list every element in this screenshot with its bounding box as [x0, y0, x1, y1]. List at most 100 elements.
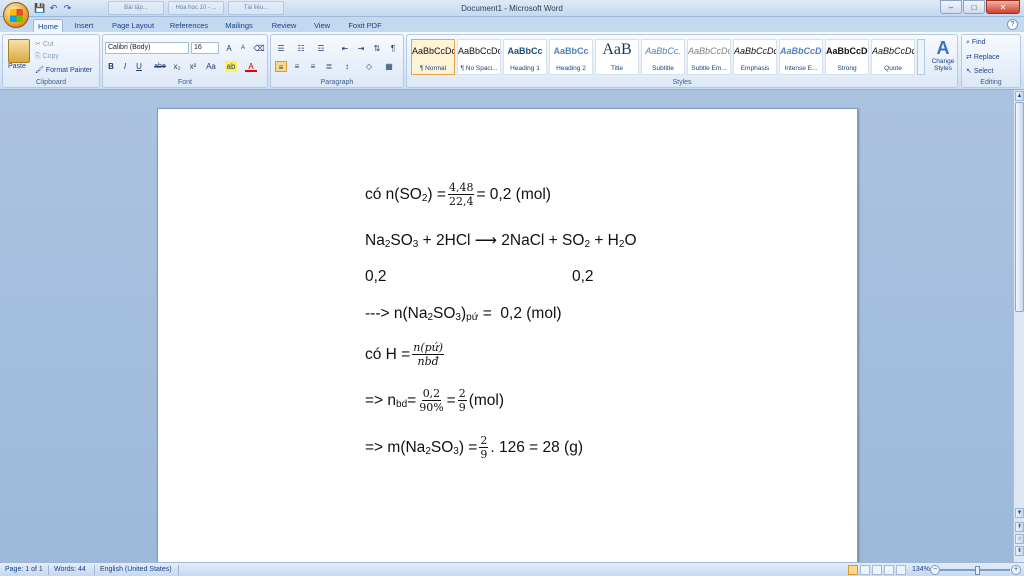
full-screen-view-icon[interactable]	[860, 565, 870, 575]
multilevel-list-icon[interactable]: ☲	[315, 43, 327, 54]
bold-button[interactable]: B	[105, 61, 117, 72]
document-page[interactable]: có n(SO 2) = 4,48 22,4 = 0,2 (mol) Na 2 SO 3 …	[157, 108, 858, 576]
font-name-select[interactable]: Calibri (Body)	[105, 42, 189, 54]
subscript-button[interactable]: x₂	[171, 61, 183, 72]
styles-scroll[interactable]	[917, 39, 925, 75]
borders-icon[interactable]: ▦	[383, 61, 395, 72]
print-layout-view-icon[interactable]	[848, 565, 858, 575]
zoom-slider-thumb[interactable]	[975, 566, 980, 575]
select-browse-object-button[interactable]: ○	[1015, 534, 1024, 544]
tab-review[interactable]: Review	[266, 19, 302, 32]
outline-view-icon[interactable]	[884, 565, 894, 575]
style-sample: AaBbCcDc	[412, 46, 454, 56]
align-left-icon[interactable]: ≡	[275, 61, 287, 72]
language[interactable]: English (United States)	[100, 563, 172, 576]
tab-references[interactable]: References	[166, 19, 212, 32]
style-quote[interactable]: AaBbCcDc Quote	[871, 39, 915, 75]
increase-indent-icon[interactable]: ⇥	[355, 43, 367, 54]
text-run: + H	[590, 231, 619, 249]
draft-view-icon[interactable]	[896, 565, 906, 575]
doc-line-4: ---> n(Na 2 SO 3) pứ = 0,2 (mol)	[365, 305, 562, 323]
help-icon[interactable]: ?	[1007, 19, 1018, 30]
pilcrow-icon[interactable]: ¶	[387, 43, 399, 54]
style-title[interactable]: AaB Title	[595, 39, 639, 75]
styles-group-label: Styles	[672, 79, 692, 86]
font-color-button[interactable]: A	[245, 61, 257, 72]
format-painter-button[interactable]: 🖌 Format Painter	[35, 66, 92, 74]
grow-font-button[interactable]: A	[223, 43, 235, 54]
doc-line-3: 0,2 0,2	[365, 268, 594, 286]
change-styles-label: Change Styles	[931, 58, 955, 72]
scroll-thumb[interactable]	[1015, 102, 1024, 312]
minimize-button[interactable]: –	[940, 0, 962, 14]
numerator: n(pứ)	[412, 341, 445, 355]
style-strong[interactable]: AaBbCcDc Strong	[825, 39, 869, 75]
fraction: 4,48 22,4	[447, 181, 475, 209]
paragraph-group: ☰ ☷ ☲ ⇤ ⇥ ⇅ ¶ ≡ ≡ ≡ ≣ ↕ ◇ ▦ Paragraph	[270, 34, 404, 88]
change-styles-icon: A	[936, 38, 950, 58]
copy-button[interactable]: ⎘ Copy	[35, 53, 59, 61]
zoom-level[interactable]: 134%	[912, 563, 930, 576]
tab-home[interactable]: Home	[33, 19, 63, 32]
previous-page-button[interactable]: ⇞	[1015, 522, 1024, 532]
paste-icon[interactable]	[8, 39, 30, 63]
office-button[interactable]	[3, 2, 29, 28]
style-subtle-emphasis[interactable]: AaBbCcDc Subtle Em...	[687, 39, 731, 75]
editing-group: ⌕ Find ⇄ Replace ↖ Select Editing	[961, 34, 1021, 88]
underline-button[interactable]: U	[133, 61, 145, 72]
status-bar: Page: 1 of 1 Words: 44 English (United S…	[0, 562, 1024, 576]
change-case-button[interactable]: Aa	[203, 61, 219, 72]
style-heading-1[interactable]: AaBbCc Heading 1	[503, 39, 547, 75]
replace-button[interactable]: ⇄ Replace	[966, 53, 1000, 61]
clear-formatting-button[interactable]: ⌫	[253, 43, 265, 54]
tab-foxit-pdf[interactable]: Foxit PDF	[344, 19, 386, 32]
tab-page-layout[interactable]: Page Layout	[108, 19, 158, 32]
bullets-icon[interactable]: ☰	[275, 43, 287, 54]
brush-icon: 🖌	[35, 67, 46, 74]
decrease-indent-icon[interactable]: ⇤	[339, 43, 351, 54]
style-emphasis[interactable]: AaBbCcDc Emphasis	[733, 39, 777, 75]
fraction: n(pứ) nbđ	[412, 341, 445, 369]
next-page-button[interactable]: ⇟	[1015, 546, 1024, 556]
align-center-icon[interactable]: ≡	[291, 61, 303, 72]
style-subtitle[interactable]: AaBbCc. Subtitle	[641, 39, 685, 75]
zoom-in-button[interactable]: +	[1011, 565, 1021, 575]
tab-view[interactable]: View	[308, 19, 336, 32]
highlight-button[interactable]: ab	[225, 61, 237, 72]
justify-icon[interactable]: ≣	[323, 61, 335, 72]
text-run: SO	[390, 231, 413, 249]
style-no-spacing[interactable]: AaBbCcDc ¶ No Spaci...	[457, 39, 501, 75]
clipboard-group-label: Clipboard	[36, 79, 66, 86]
style-intense-emphasis[interactable]: AaBbCcDc Intense E...	[779, 39, 823, 75]
select-button[interactable]: ↖ Select	[966, 67, 993, 75]
superscript-button[interactable]: x²	[187, 61, 199, 72]
style-heading-2[interactable]: AaBbCc Heading 2	[549, 39, 593, 75]
style-normal[interactable]: AaBbCcDc ¶ Normal	[411, 39, 455, 75]
strikethrough-button[interactable]: abe	[151, 61, 169, 72]
align-right-icon[interactable]: ≡	[307, 61, 319, 72]
paste-button[interactable]: Paste	[8, 63, 26, 70]
doc-line-6: => n bd = 0,2 90% = 29 (mol)	[365, 387, 505, 414]
line-spacing-icon[interactable]: ↕	[341, 61, 353, 72]
close-button[interactable]: ✕	[986, 0, 1020, 14]
maximize-button[interactable]: □	[963, 0, 985, 14]
tab-insert[interactable]: Insert	[68, 19, 100, 32]
tab-mailings[interactable]: Mailings	[220, 19, 258, 32]
vertical-scrollbar[interactable]: ▲ ▼ ⇞ ○ ⇟	[1013, 90, 1024, 562]
font-size-select[interactable]: 16	[191, 42, 219, 54]
italic-button[interactable]: I	[119, 61, 131, 72]
page-count[interactable]: Page: 1 of 1	[5, 563, 43, 576]
cut-button[interactable]: ✂ Cut	[35, 40, 54, 48]
numbering-icon[interactable]: ☷	[295, 43, 307, 54]
sort-icon[interactable]: ⇅	[371, 43, 383, 54]
scroll-up-button[interactable]: ▲	[1015, 91, 1024, 101]
find-button[interactable]: ⌕ Find	[966, 39, 986, 47]
word-count[interactable]: Words: 44	[54, 563, 86, 576]
shading-icon[interactable]: ◇	[363, 61, 375, 72]
scroll-down-button[interactable]: ▼	[1015, 508, 1024, 518]
zoom-out-button[interactable]: −	[930, 565, 940, 575]
change-styles-button[interactable]: A Change Styles	[929, 38, 957, 82]
web-layout-view-icon[interactable]	[872, 565, 882, 575]
shrink-font-button[interactable]: A	[237, 43, 249, 54]
style-label: ¶ No Spaci...	[460, 65, 498, 72]
